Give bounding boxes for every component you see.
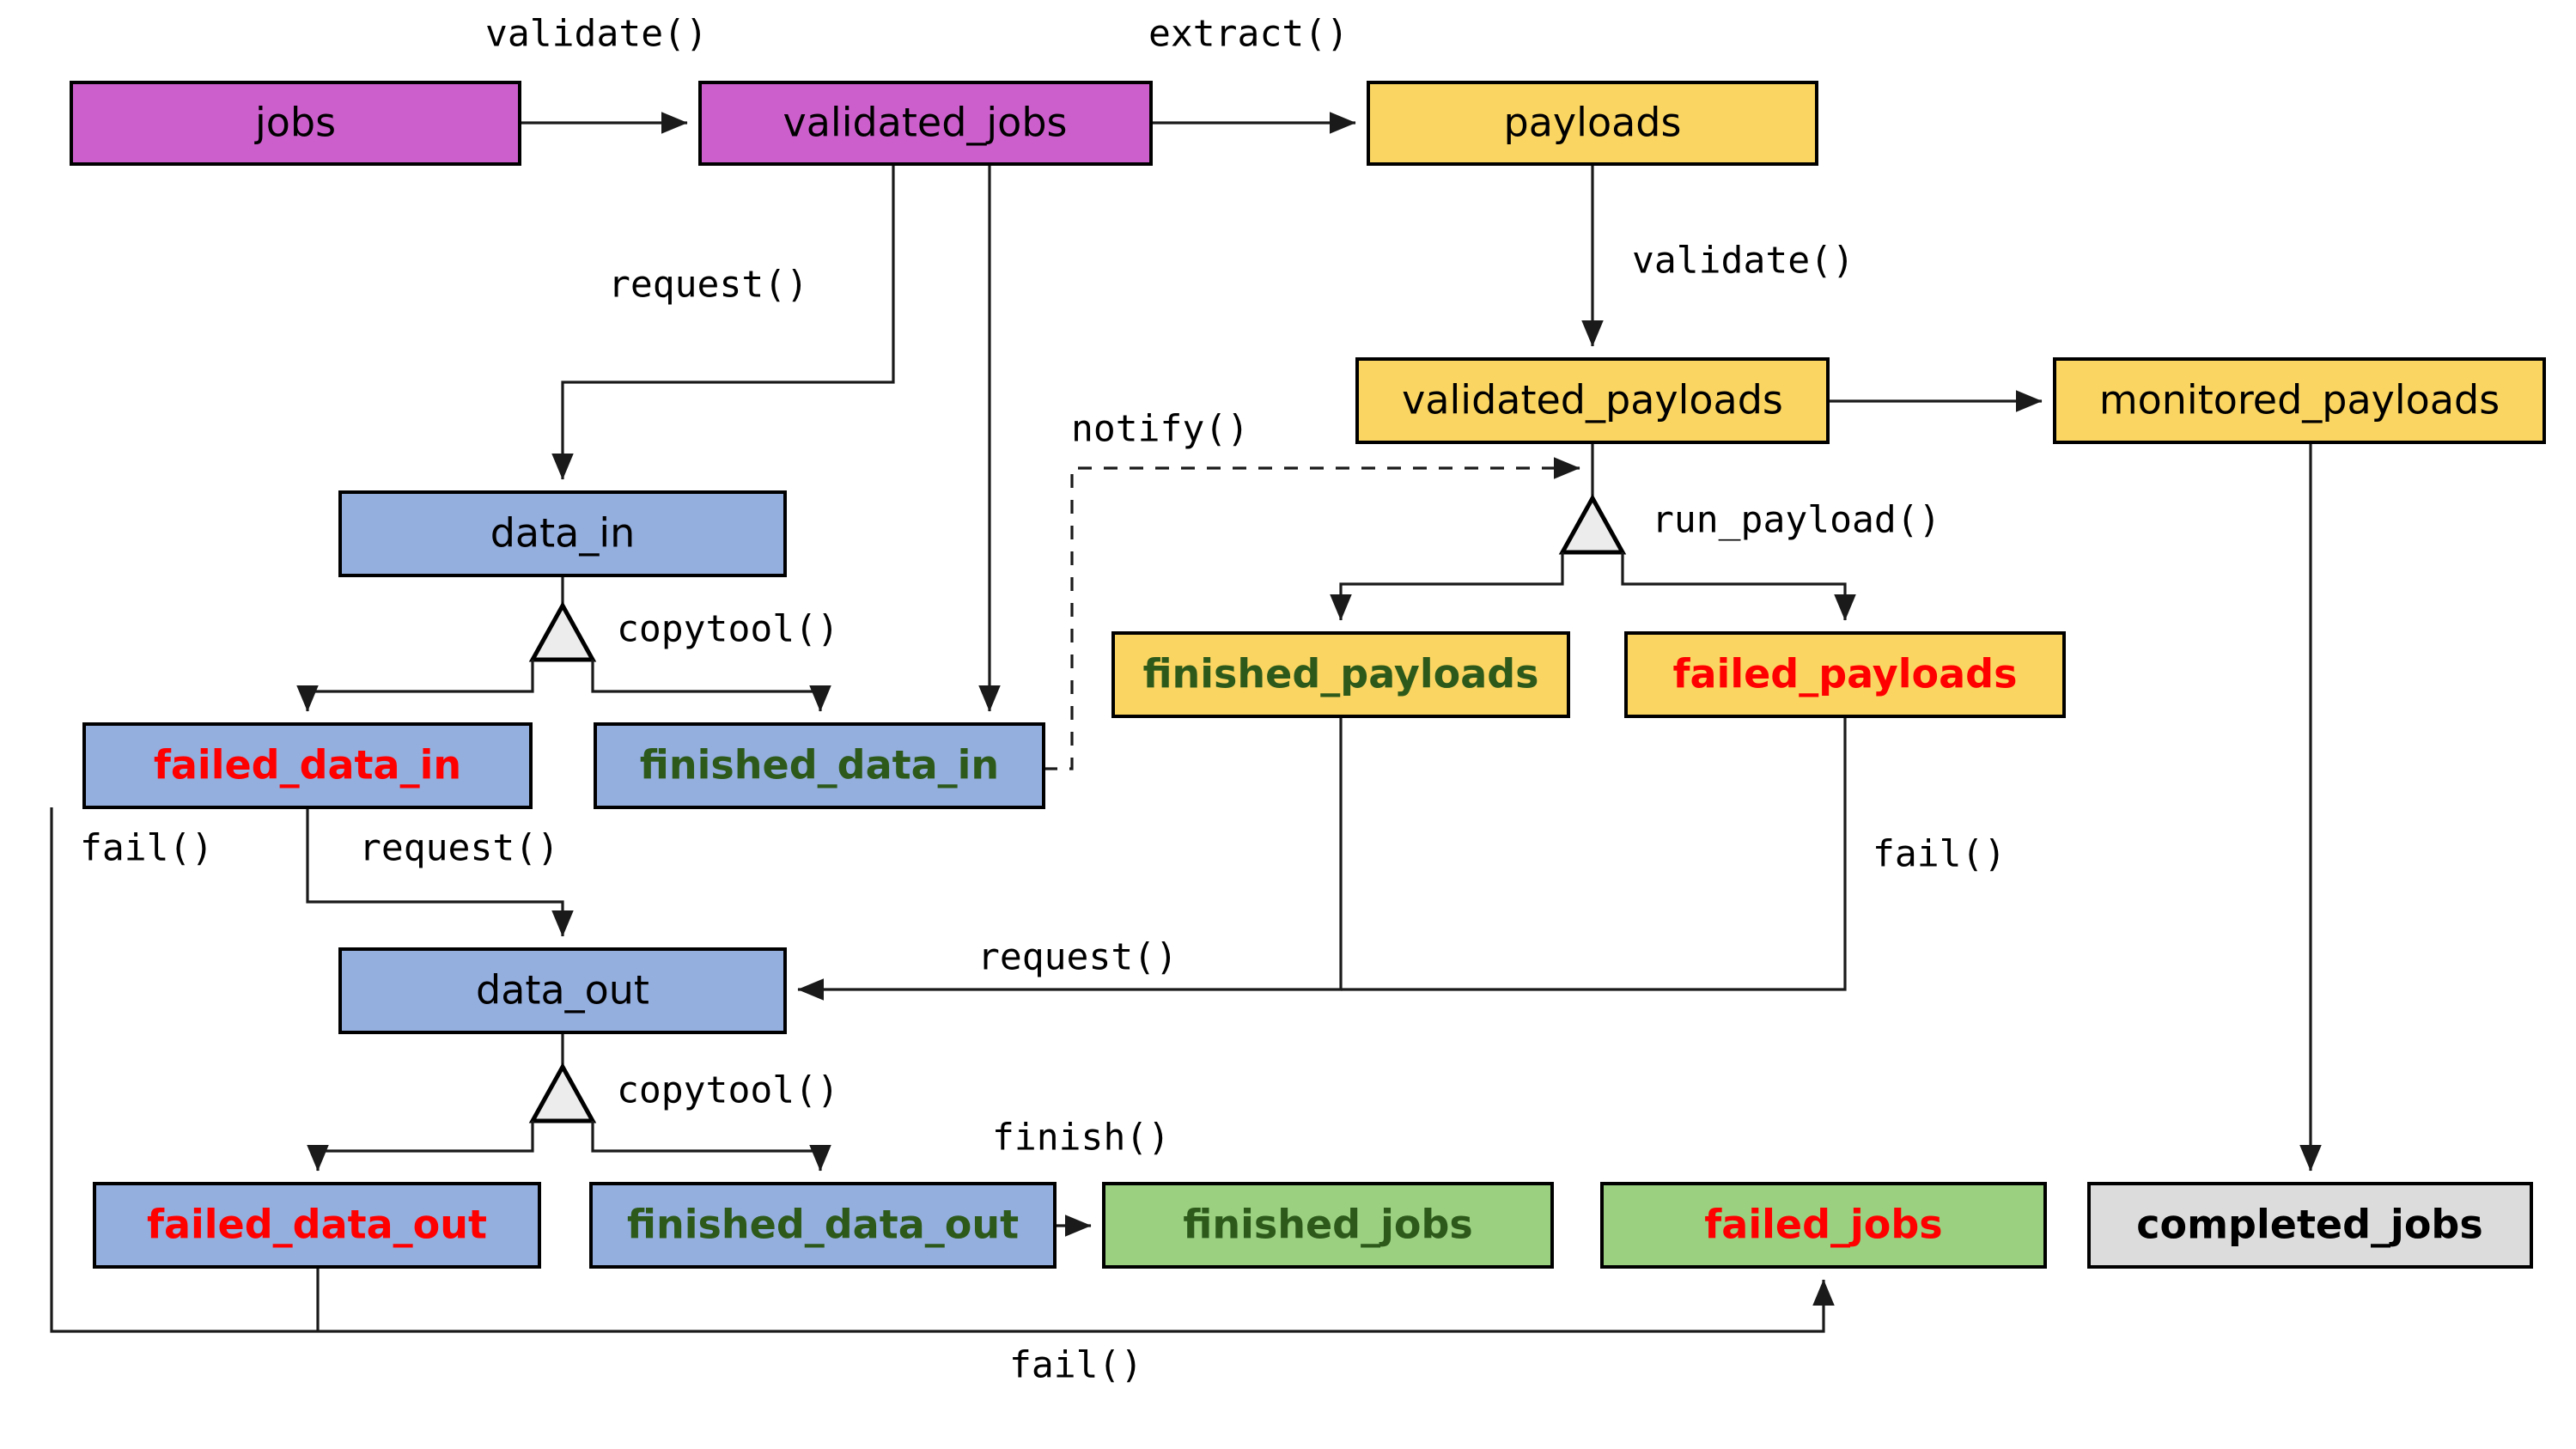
node-completed-jobs-label: completed_jobs	[2136, 1202, 2483, 1248]
node-data-out-label: data_out	[476, 967, 649, 1014]
edge-label-fail-payload: fail()	[1873, 833, 2006, 876]
node-failed-payloads[interactable]: failed_payloads	[1624, 631, 2066, 718]
node-failed-jobs-label: failed_jobs	[1704, 1202, 1942, 1248]
node-finished-data-out-label: finished_data_out	[627, 1202, 1019, 1248]
edge-label-copytool-out: copytool()	[617, 1069, 839, 1112]
node-data-in[interactable]: data_in	[338, 490, 787, 577]
node-payloads[interactable]: payloads	[1367, 81, 1818, 166]
edge-label-request-in: request()	[608, 264, 808, 307]
node-finished-payloads[interactable]: finished_payloads	[1111, 631, 1570, 718]
edge-label-validate-jobs: validate()	[485, 13, 708, 56]
flow-diagram: jobs validated_jobs payloads validated_p…	[0, 0, 2576, 1449]
node-validated-payloads[interactable]: validated_payloads	[1355, 357, 1830, 444]
connector-validated-payloads-to-failed-payloads	[1621, 552, 1856, 621]
connector-failed-payloads-to-data-out	[1341, 716, 1847, 991]
connector-data-in-to-finished-data-in	[591, 660, 831, 712]
edge-label-request-back: request()	[977, 936, 1178, 979]
node-finished-jobs-label: finished_jobs	[1183, 1202, 1473, 1248]
node-finished-data-in[interactable]: finished_data_in	[594, 722, 1045, 809]
edge-label-run-payload: run_payload()	[1652, 499, 1941, 542]
node-finished-jobs[interactable]: finished_jobs	[1102, 1182, 1554, 1269]
node-validated-payloads-label: validated_payloads	[1402, 377, 1783, 423]
node-finished-data-in-label: finished_data_in	[640, 742, 999, 788]
edge-label-finish: finish()	[992, 1117, 1170, 1160]
connector-validated-payloads-to-finished-payloads	[1330, 552, 1564, 621]
connector-finished-data-in-to-validated-payloads-notify	[1044, 457, 1580, 770]
fork-triangle-copytool-out	[528, 1062, 597, 1123]
node-completed-jobs[interactable]: completed_jobs	[2087, 1182, 2533, 1269]
node-failed-data-out-label: failed_data_out	[147, 1202, 487, 1248]
node-validated-jobs[interactable]: validated_jobs	[698, 81, 1153, 166]
node-failed-jobs[interactable]: failed_jobs	[1600, 1182, 2047, 1269]
edge-label-notify: notify()	[1071, 408, 1249, 451]
fork-triangle-copytool-in	[528, 600, 597, 662]
edge-label-copytool-in: copytool()	[617, 608, 839, 651]
node-monitored-payloads[interactable]: monitored_payloads	[2053, 357, 2546, 444]
edge-label-request-out: request()	[359, 827, 559, 870]
connector-data-in-to-failed-data-in	[296, 660, 534, 712]
edge-label-validate-payload: validate()	[1632, 240, 1854, 283]
edge-label-fail-in: fail()	[80, 827, 213, 870]
connector-validated-jobs-to-data-in	[551, 164, 895, 480]
node-failed-data-out[interactable]: failed_data_out	[93, 1182, 541, 1269]
node-layer: jobs validated_jobs payloads validated_p…	[70, 81, 2546, 1269]
node-data-out[interactable]: data_out	[338, 947, 787, 1034]
node-jobs[interactable]: jobs	[70, 81, 521, 166]
node-validated-jobs-label: validated_jobs	[783, 100, 1068, 146]
node-failed-data-in-label: failed_data_in	[154, 742, 461, 788]
node-failed-data-in[interactable]: failed_data_in	[82, 722, 533, 809]
diagram-canvas: jobs validated_jobs payloads validated_p…	[50, 13, 2546, 1387]
node-monitored-payloads-label: monitored_payloads	[2099, 377, 2500, 423]
node-failed-payloads-label: failed_payloads	[1673, 651, 2018, 697]
node-payloads-label: payloads	[1504, 100, 1682, 146]
connector-data-out-to-failed-data-out	[307, 1121, 534, 1172]
node-finished-payloads-label: finished_payloads	[1142, 651, 1538, 697]
fork-triangle-run-payload	[1558, 493, 1627, 555]
edge-label-extract: extract()	[1148, 13, 1349, 56]
edge-label-fail-bottom: fail()	[1009, 1344, 1142, 1387]
connector-data-out-to-finished-data-out	[591, 1121, 831, 1172]
node-finished-data-out[interactable]: finished_data_out	[589, 1182, 1057, 1269]
node-jobs-label: jobs	[254, 100, 336, 146]
node-data-in-label: data_in	[490, 510, 636, 557]
